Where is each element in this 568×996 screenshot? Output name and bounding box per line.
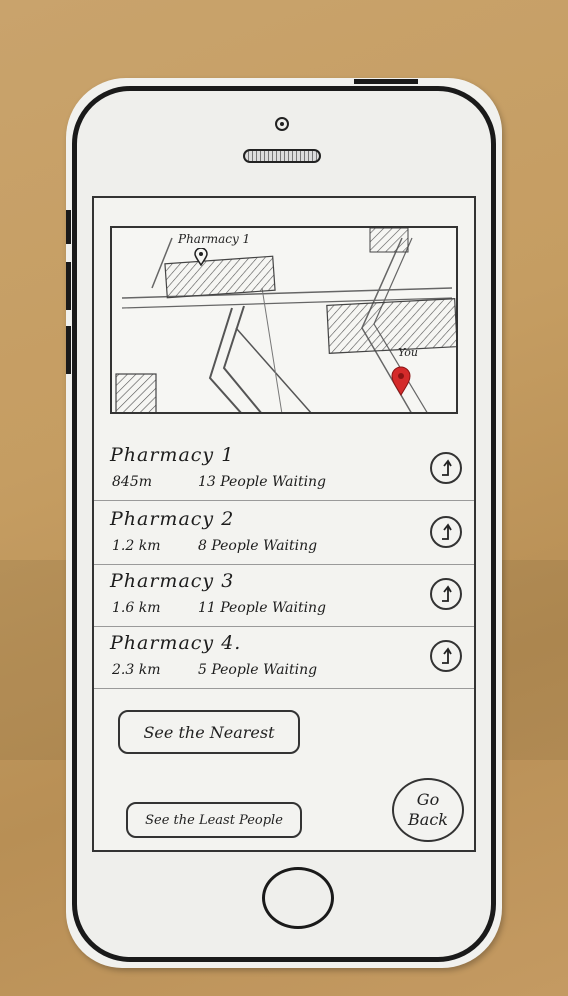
pharmacy-waiting-count: 8 People Waiting	[198, 538, 318, 554]
phone-screen: Pharmacy 1 You Pharmacy 1 845m 13 People …	[92, 196, 476, 852]
see-least-people-button[interactable]: See the Least People	[126, 802, 302, 838]
pharmacy-name: Pharmacy 1	[110, 444, 235, 466]
pharmacy-name: Pharmacy 3	[110, 570, 235, 592]
volume-button	[66, 262, 71, 310]
pharmacy-meta: 2.3 km 5 People Waiting	[112, 662, 317, 678]
go-back-button[interactable]: Go Back	[392, 778, 464, 842]
navigate-button[interactable]	[430, 452, 462, 484]
navigate-arrow-icon	[442, 523, 452, 540]
pharmacy-distance: 1.2 km	[112, 538, 161, 554]
home-button[interactable]	[262, 867, 334, 929]
pharmacy-meta: 1.6 km 11 People Waiting	[112, 600, 326, 616]
navigate-button[interactable]	[430, 516, 462, 548]
volume-button	[66, 326, 71, 374]
map-pin-icon[interactable]	[194, 248, 208, 266]
pharmacy-name: Pharmacy 2	[110, 508, 235, 530]
pharmacy-pin-label: Pharmacy 1	[178, 232, 251, 246]
list-item[interactable]: Pharmacy 2 1.2 km 8 People Waiting	[94, 502, 474, 565]
navigate-button[interactable]	[430, 578, 462, 610]
go-back-label-line2: Back	[408, 810, 448, 829]
front-camera	[275, 117, 289, 131]
pharmacy-distance: 1.6 km	[112, 600, 161, 616]
see-nearest-button[interactable]: See the Nearest	[118, 710, 300, 754]
list-item[interactable]: Pharmacy 1 845m 13 People Waiting	[94, 438, 474, 501]
navigate-arrow-icon	[442, 647, 452, 664]
navigate-button[interactable]	[430, 640, 462, 672]
navigate-arrow-icon	[442, 585, 452, 602]
pharmacy-meta: 845m 13 People Waiting	[112, 474, 326, 490]
volume-button	[66, 210, 71, 244]
pharmacy-waiting-count: 5 People Waiting	[198, 662, 318, 678]
pharmacy-waiting-count: 13 People Waiting	[198, 474, 327, 490]
list-item[interactable]: Pharmacy 4. 2.3 km 5 People Waiting	[94, 626, 474, 689]
power-button	[354, 79, 418, 84]
pharmacy-distance: 845m	[112, 474, 152, 490]
pharmacy-waiting-count: 11 People Waiting	[198, 600, 327, 616]
pharmacy-distance: 2.3 km	[112, 662, 161, 678]
list-item[interactable]: Pharmacy 3 1.6 km 11 People Waiting	[94, 564, 474, 627]
pharmacy-name: Pharmacy 4.	[110, 632, 242, 654]
navigate-arrow-icon	[442, 459, 452, 476]
earpiece-speaker	[243, 149, 321, 163]
pharmacy-map[interactable]: Pharmacy 1 You	[110, 226, 458, 414]
user-pin-label: You	[398, 346, 419, 359]
user-location-pin-icon	[391, 366, 411, 396]
go-back-label-line1: Go	[416, 790, 440, 809]
pharmacy-meta: 1.2 km 8 People Waiting	[112, 538, 317, 554]
